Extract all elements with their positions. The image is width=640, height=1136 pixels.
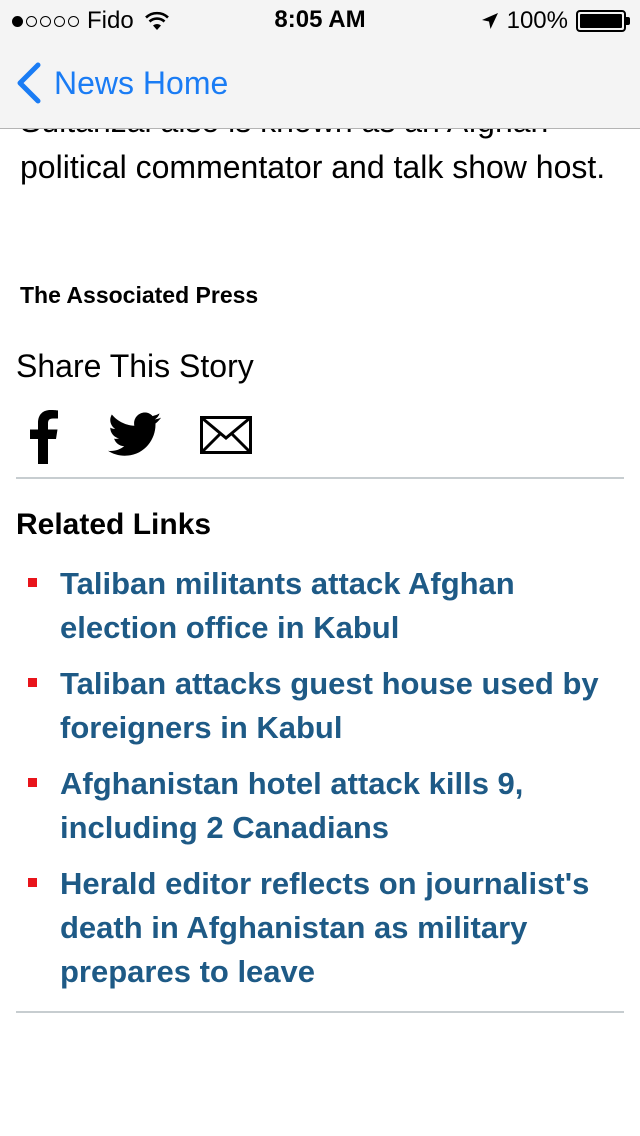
byline: The Associated Press: [20, 282, 259, 308]
related-link-item: Taliban attacks guest house used by fore…: [0, 662, 640, 750]
back-button[interactable]: News Home: [14, 62, 228, 104]
article-page: Sultanzai also is known as an Afghan pol…: [0, 0, 640, 1136]
bullet-icon: [28, 878, 37, 887]
email-icon[interactable]: [200, 416, 252, 454]
facebook-icon[interactable]: [26, 408, 62, 464]
status-bar: Fido 8:05 AM 100%: [0, 0, 640, 40]
related-link[interactable]: Afghanistan hotel attack kills 9, includ…: [60, 762, 620, 850]
divider: [16, 477, 624, 479]
related-link-item: Herald editor reflects on journalist's d…: [0, 862, 640, 994]
related-link-item: Afghanistan hotel attack kills 9, includ…: [0, 762, 640, 850]
related-link-item: Taliban militants attack Afghan election…: [0, 562, 640, 650]
battery-percent: 100%: [506, 7, 568, 34]
location-arrow-icon: [481, 13, 498, 29]
related-link[interactable]: Taliban attacks guest house used by fore…: [60, 662, 620, 750]
battery-icon: [576, 10, 630, 32]
share-icons: [20, 408, 260, 464]
divider: [16, 1011, 624, 1013]
bullet-icon: [28, 578, 37, 587]
related-links-title: Related Links: [16, 508, 212, 541]
related-links-list: Taliban militants attack Afghan election…: [0, 562, 640, 1006]
article-last-paragraph: political commentator and talk show host…: [20, 149, 606, 185]
nav-bar: News Home: [0, 40, 640, 128]
related-link[interactable]: Taliban militants attack Afghan election…: [60, 562, 620, 650]
related-link[interactable]: Herald editor reflects on journalist's d…: [60, 862, 620, 994]
status-right: 100%: [481, 7, 630, 35]
back-button-label: News Home: [54, 64, 229, 101]
bullet-icon: [28, 778, 37, 787]
twitter-icon[interactable]: [108, 412, 162, 458]
share-title: Share This Story: [16, 348, 254, 384]
bullet-icon: [28, 678, 37, 687]
top-bar: Fido 8:05 AM 100% News Home: [0, 0, 640, 129]
chevron-left-icon: [17, 62, 41, 104]
